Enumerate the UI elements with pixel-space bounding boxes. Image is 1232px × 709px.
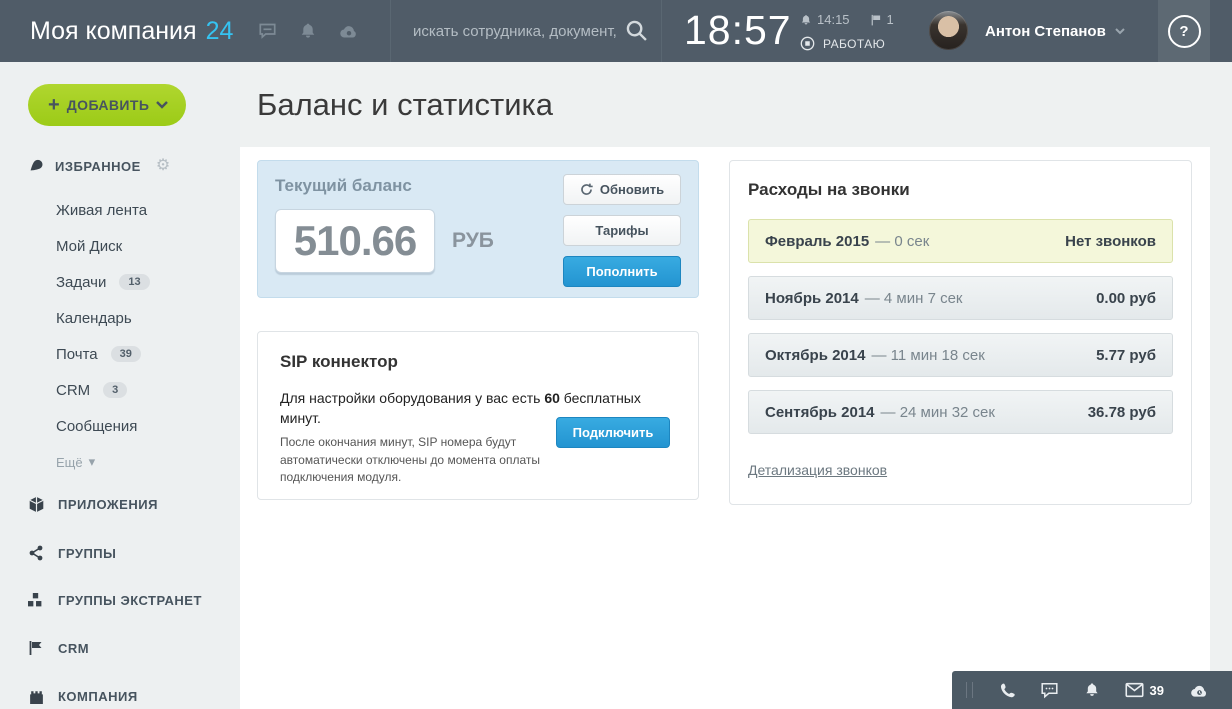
notifications-bell-icon[interactable]: [1084, 682, 1100, 698]
crm-count-badge: 3: [103, 382, 127, 398]
stop-work-icon[interactable]: [800, 36, 815, 51]
chat-icon[interactable]: [258, 22, 277, 40]
refresh-button[interactable]: Обновить: [563, 174, 681, 205]
expense-month: Сентябрь 2014: [765, 404, 875, 421]
expense-duration: — 0 сек: [875, 233, 929, 250]
brand-name: Моя компания: [30, 17, 197, 46]
expense-duration: — 24 мин 32 сек: [881, 404, 995, 421]
brand-number: 24: [206, 17, 234, 46]
mail-icon[interactable]: 39: [1125, 682, 1164, 698]
tasks-count-badge: 13: [119, 274, 149, 290]
plus-icon: +: [48, 94, 60, 117]
expense-row[interactable]: Ноябрь 2014 — 4 мин 7 сек 0.00 руб: [748, 276, 1173, 320]
mail-count-badge: 39: [111, 346, 141, 362]
expense-amount: 36.78 руб: [1088, 404, 1156, 421]
sidebar-item-tasks[interactable]: Задачи 13: [0, 264, 240, 300]
call-details-link[interactable]: Детализация звонков: [748, 462, 887, 478]
expense-amount: 0.00 руб: [1096, 290, 1156, 307]
sidebar-item-crm[interactable]: CRM 3: [0, 372, 240, 408]
pin-icon: [28, 158, 44, 174]
expense-row[interactable]: Октябрь 2014 — 11 мин 18 сек 5.77 руб: [748, 333, 1173, 377]
refresh-icon: [580, 183, 593, 196]
expense-month: Октябрь 2014: [765, 347, 865, 364]
flag-count: 1: [887, 12, 894, 27]
balance-card: Текущий баланс 510.66 РУБ Обновить: [257, 160, 699, 298]
sidebar-item-my-disk[interactable]: Мой Диск: [0, 228, 240, 264]
notification-dock: 39: [952, 671, 1232, 709]
add-button-label: ДОБАВИТЬ: [60, 97, 156, 113]
search-icon[interactable]: [625, 19, 649, 43]
alarm-time: 14:15: [817, 12, 850, 27]
expense-duration: — 11 мин 18 сек: [871, 347, 984, 364]
flag-icon: [870, 14, 882, 26]
search-input[interactable]: [413, 23, 621, 40]
sidebar-section-groups[interactable]: ГРУППЫ: [0, 529, 240, 577]
dock-drag-handle[interactable]: [966, 682, 973, 698]
help-icon: ?: [1168, 15, 1201, 48]
sidebar-item-messages[interactable]: Сообщения: [0, 408, 240, 444]
mail-count: 39: [1150, 683, 1164, 698]
topbar-icon-group: [258, 0, 359, 62]
brand-logo[interactable]: Моя компания 24: [30, 0, 233, 62]
sidebar-item-calendar[interactable]: Календарь: [0, 300, 240, 336]
topup-button[interactable]: Пополнить: [563, 256, 681, 287]
tariffs-button[interactable]: Тарифы: [563, 215, 681, 246]
notifications-bell-icon[interactable]: [299, 22, 317, 40]
add-button[interactable]: + ДОБАВИТЬ: [28, 84, 186, 126]
expense-amount: Нет звонков: [1065, 233, 1156, 250]
expense-duration: — 4 мин 7 сек: [865, 290, 963, 307]
sip-card-title: SIP коннектор: [280, 352, 676, 372]
messenger-icon[interactable]: [1040, 682, 1059, 699]
favorites-header[interactable]: ИЗБРАННОЕ ⚙: [28, 158, 240, 174]
chevron-down-icon: [1115, 28, 1125, 35]
alarm-bell-icon: [800, 14, 812, 26]
gear-icon[interactable]: ⚙: [156, 158, 170, 174]
blocks-icon: [28, 593, 45, 608]
sidebar-menu: Живая лента Мой Диск Задачи 13 Календарь…: [0, 192, 240, 480]
content-panel: Текущий баланс 510.66 РУБ Обновить: [240, 147, 1210, 709]
user-menu[interactable]: Антон Степанов: [985, 0, 1125, 62]
expense-row[interactable]: Февраль 2015 — 0 сек Нет звонков: [748, 219, 1173, 263]
sip-free-minutes-value: 60: [544, 390, 560, 406]
user-avatar[interactable]: [929, 11, 968, 50]
topbar: Моя компания 24 18:57: [0, 0, 1232, 62]
worktime-clock[interactable]: 18:57: [684, 7, 792, 54]
sip-note-text: После окончания минут, SIP номера будут …: [280, 434, 555, 486]
expense-month: Ноябрь 2014: [765, 290, 859, 307]
sidebar-item-mail[interactable]: Почта 39: [0, 336, 240, 372]
disk-cloud-icon[interactable]: [1189, 682, 1210, 699]
worktime-status: 14:15 1 РАБОТАЮ: [800, 12, 894, 51]
status-label[interactable]: РАБОТАЮ: [823, 37, 885, 51]
expense-amount: 5.77 руб: [1096, 347, 1156, 364]
expense-month: Февраль 2015: [765, 233, 869, 250]
connect-button[interactable]: Подключить: [556, 417, 670, 448]
sidebar: + ДОБАВИТЬ ИЗБРАННОЕ ⚙ Живая лента Мой Д…: [0, 62, 240, 709]
sidebar-section-crm[interactable]: CRM: [0, 624, 240, 672]
sidebar-section-apps[interactable]: ПРИЛОЖЕНИЯ: [0, 480, 240, 529]
call-expenses-card: Расходы на звонки Февраль 2015 — 0 сек Н…: [729, 160, 1192, 505]
help-button[interactable]: ?: [1158, 0, 1210, 62]
sidebar-section-extranet-groups[interactable]: ГРУППЫ ЭКСТРАНЕТ: [0, 577, 240, 624]
user-name: Антон Степанов: [985, 23, 1106, 40]
flag-icon: [28, 640, 45, 656]
expense-row[interactable]: Сентябрь 2014 — 24 мин 32 сек 36.78 руб: [748, 390, 1173, 434]
sidebar-section-company[interactable]: КОМПАНИЯ: [0, 672, 240, 709]
sidebar-item-live-feed[interactable]: Живая лента: [0, 192, 240, 228]
search-box: [390, 0, 662, 62]
disk-cloud-icon[interactable]: [339, 22, 359, 40]
sidebar-item-more[interactable]: Ещё ▾: [0, 444, 240, 480]
castle-icon: [28, 688, 45, 705]
balance-currency: РУБ: [452, 229, 494, 253]
phone-icon[interactable]: [998, 682, 1015, 699]
favorites-label: ИЗБРАННОЕ: [55, 159, 141, 174]
sip-connector-card: SIP коннектор Для настройки оборудования…: [257, 331, 699, 500]
apps-cube-icon: [28, 496, 45, 513]
chevron-down-icon: [156, 101, 168, 109]
share-icon: [28, 545, 45, 561]
page-title: Баланс и статистика: [240, 62, 1232, 147]
main-content: Баланс и статистика Текущий баланс 510.6…: [240, 62, 1232, 709]
balance-amount: 510.66: [275, 209, 435, 273]
caret-down-icon: ▾: [89, 454, 96, 470]
expenses-card-title: Расходы на звонки: [748, 180, 1173, 200]
